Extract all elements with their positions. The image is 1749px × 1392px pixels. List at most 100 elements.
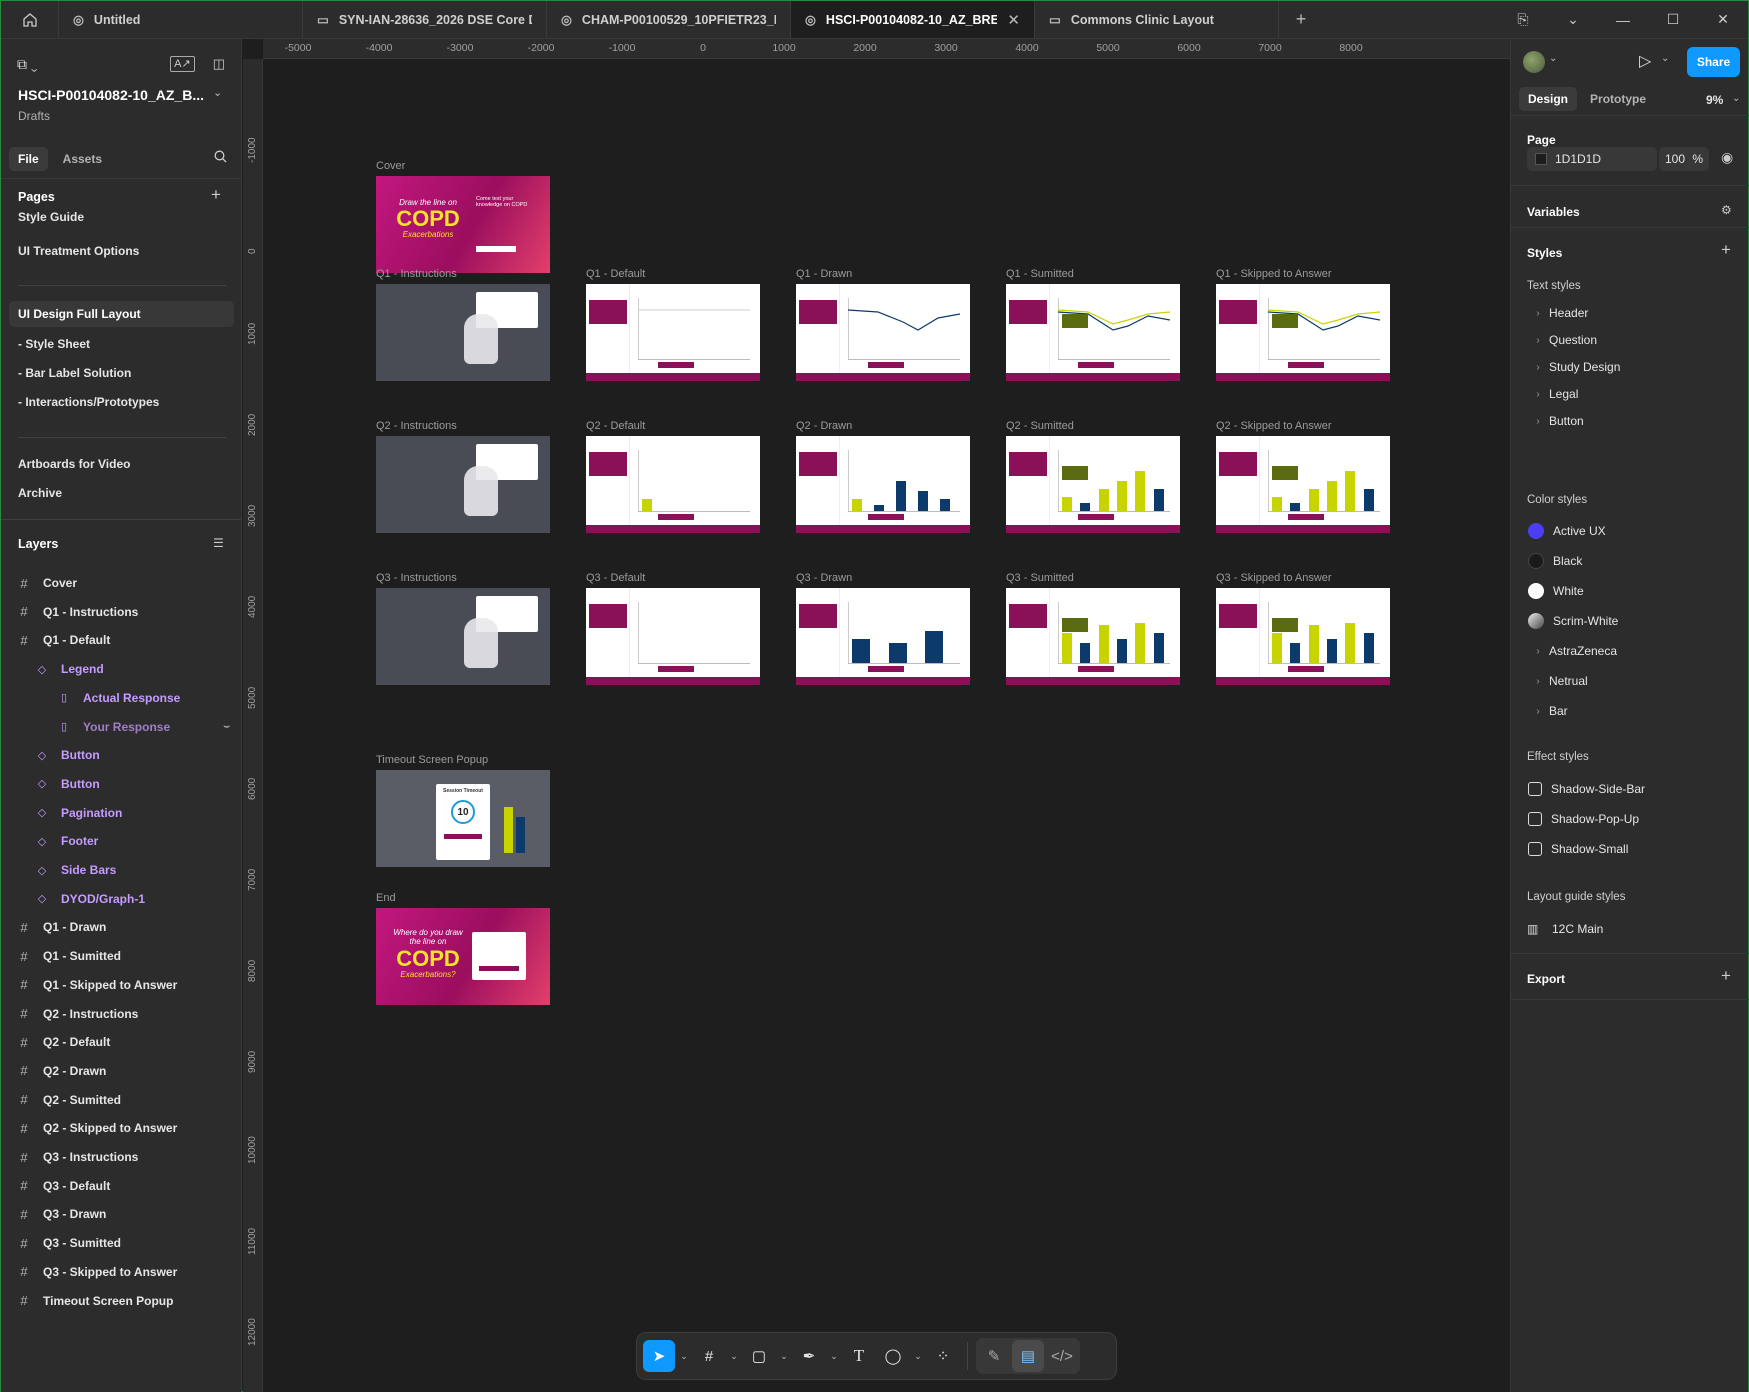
page-item-ui-treatment[interactable]: UI Treatment Options	[9, 238, 234, 264]
layer-item[interactable]: # Q1 - Default	[9, 626, 234, 654]
layer-item[interactable]: ◇ Button	[9, 770, 234, 798]
page-item-ui-design-full-layout[interactable]: UI Design Full Layout	[9, 301, 234, 327]
layer-item[interactable]: ◇ Pagination	[9, 799, 234, 827]
chevron-down-icon[interactable]: ⌄	[911, 1340, 925, 1372]
new-tab-button[interactable]: +	[1279, 1, 1323, 38]
page-item-style-guide[interactable]: Style Guide	[9, 207, 234, 227]
close-icon[interactable]: ✕	[1007, 11, 1020, 29]
frame-label[interactable]: Q1 - Skipped to Answer	[1216, 268, 1332, 280]
chevron-down-icon[interactable]: ⌄	[1549, 53, 1557, 64]
frame-thumbnail[interactable]	[1006, 436, 1180, 533]
frame-thumbnail[interactable]	[1216, 436, 1390, 533]
layer-item[interactable]: ▯ Your Response ⌣	[9, 713, 234, 741]
tab-prototype[interactable]: Prototype	[1581, 87, 1655, 111]
variables-icon[interactable]: ⚙	[1721, 203, 1732, 217]
page-item-style-sheet[interactable]: - Style Sheet	[9, 331, 234, 357]
layer-item[interactable]: # Q1 - Skipped to Answer	[9, 971, 234, 999]
frame-label[interactable]: Q1 - Drawn	[796, 268, 852, 280]
layer-item[interactable]: # Q3 - Instructions	[9, 1143, 234, 1171]
frame-thumbnail[interactable]	[796, 588, 970, 685]
layer-item[interactable]: ▯ Actual Response	[9, 684, 234, 712]
frame-label[interactable]: Q3 - Skipped to Answer	[1216, 572, 1332, 584]
frame-label[interactable]: Q1 - Default	[586, 268, 645, 280]
layer-item[interactable]: # Q3 - Default	[9, 1172, 234, 1200]
frame-thumbnail[interactable]	[1006, 588, 1180, 685]
tab-untitled[interactable]: ◎ Untitled	[59, 1, 303, 38]
layer-item[interactable]: # Q2 - Instructions	[9, 1000, 234, 1028]
frame-thumbnail[interactable]	[1006, 284, 1180, 381]
play-icon[interactable]: ▷	[1639, 51, 1651, 71]
layer-item[interactable]: # Cover	[9, 569, 234, 597]
design-mode[interactable]: ▤	[1012, 1340, 1044, 1372]
color-style-item[interactable]: Active UX	[1527, 519, 1737, 543]
color-style-item[interactable]: White	[1527, 579, 1737, 603]
tab-syn-deck[interactable]: ▭ SYN-IAN-28636_2026 DSE Core Deck	[303, 1, 547, 38]
text-tool[interactable]: T	[843, 1340, 875, 1372]
file-title[interactable]: HSCI-P00104082-10_AZ_B...	[18, 87, 204, 103]
main-menu-button[interactable]: ⧉ ⌄	[17, 56, 38, 73]
close-window-button[interactable]: ✕	[1698, 1, 1748, 39]
frame-label[interactable]: Q1 - Sumitted	[1006, 268, 1074, 280]
color-style-item[interactable]: › AstraZeneca	[1527, 639, 1737, 663]
frame-thumbnail[interactable]	[586, 588, 760, 685]
tab-commons[interactable]: ▭ Commons Clinic Layout	[1035, 1, 1279, 38]
layer-item[interactable]: # Q2 - Default	[9, 1028, 234, 1056]
tab-file[interactable]: File	[9, 146, 48, 171]
page-item-bar-label[interactable]: - Bar Label Solution	[9, 360, 234, 386]
color-style-item[interactable]: › Netrual	[1527, 669, 1737, 693]
layer-item[interactable]: # Timeout Screen Popup	[9, 1287, 234, 1315]
text-style-item[interactable]: › Header	[1527, 301, 1737, 325]
share-button[interactable]: Share	[1687, 47, 1740, 77]
chevron-down-icon[interactable]: ⌄	[213, 86, 222, 99]
text-style-item[interactable]: › Question	[1527, 328, 1737, 352]
color-swatch[interactable]	[1535, 153, 1547, 165]
page-item-interactions[interactable]: - Interactions/Prototypes	[9, 389, 234, 415]
save-icon[interactable]: ⎘	[1498, 1, 1548, 39]
frame-thumbnail[interactable]	[376, 588, 550, 685]
frame-thumbnail[interactable]	[1216, 284, 1390, 381]
collapse-layers-icon[interactable]: ☰	[213, 536, 224, 550]
home-button[interactable]	[1, 1, 59, 38]
frame-label[interactable]: Q2 - Drawn	[796, 420, 852, 432]
text-style-item[interactable]: › Study Design	[1527, 355, 1737, 379]
frame-thumbnail[interactable]	[1216, 588, 1390, 685]
frame-timeout[interactable]: Session Timeout 10	[376, 770, 550, 867]
layer-item[interactable]: # Q2 - Skipped to Answer	[9, 1114, 234, 1142]
actions-tool[interactable]: ⁘	[927, 1340, 959, 1372]
frame-label[interactable]: Q2 - Sumitted	[1006, 420, 1074, 432]
layer-item[interactable]: # Q1 - Sumitted	[9, 942, 234, 970]
effect-style-item[interactable]: Shadow-Small	[1527, 837, 1737, 861]
frame-tool[interactable]: #	[693, 1340, 725, 1372]
frame-label[interactable]: Q3 - Sumitted	[1006, 572, 1074, 584]
draw-mode[interactable]: ✎	[978, 1340, 1010, 1372]
frame-end[interactable]: Where do you draw the line on COPD Exace…	[376, 908, 550, 1005]
frame-thumbnail[interactable]	[586, 436, 760, 533]
layer-item[interactable]: # Q2 - Sumitted	[9, 1086, 234, 1114]
avatar[interactable]	[1523, 51, 1545, 73]
ai-icon[interactable]: A↗	[170, 56, 195, 72]
chevron-down-icon[interactable]: ⌄	[727, 1340, 741, 1372]
layer-item[interactable]: # Q1 - Instructions	[9, 598, 234, 626]
layer-item[interactable]: # Q1 - Drawn	[9, 913, 234, 941]
effect-style-item[interactable]: Shadow-Pop-Up	[1527, 807, 1737, 831]
sidebar-toggle-icon[interactable]: ◫	[213, 56, 225, 72]
tab-design[interactable]: Design	[1519, 87, 1578, 111]
tab-hsci-active[interactable]: ◎ HSCI-P00104082-10_AZ_BREZTRI ✕	[791, 1, 1035, 38]
text-style-item[interactable]: › Button	[1527, 409, 1737, 433]
chevron-down-icon[interactable]: ⌄	[677, 1340, 691, 1372]
tab-cham[interactable]: ◎ CHAM-P00100529_10PFIETR23_ETR	[547, 1, 791, 38]
comment-tool[interactable]: ◯	[877, 1340, 909, 1372]
frame-cover[interactable]: Draw the line on COPD Exacerbations Come…	[376, 176, 550, 273]
frame-thumbnail[interactable]	[796, 436, 970, 533]
add-export-icon[interactable]: +	[1721, 966, 1731, 986]
frame-thumbnail[interactable]	[376, 284, 550, 381]
color-style-item[interactable]: Black	[1527, 549, 1737, 573]
frame-label-cover[interactable]: Cover	[376, 160, 405, 172]
layer-item[interactable]: # Q2 - Drawn	[9, 1057, 234, 1085]
color-style-item[interactable]: Scrim-White	[1527, 609, 1737, 633]
frame-label[interactable]: Q2 - Default	[586, 420, 645, 432]
effect-style-item[interactable]: Shadow-Side-Bar	[1527, 777, 1737, 801]
tab-assets[interactable]: Assets	[54, 147, 111, 171]
frame-thumbnail[interactable]	[796, 284, 970, 381]
chevron-down-icon[interactable]: ⌄	[1548, 1, 1598, 39]
